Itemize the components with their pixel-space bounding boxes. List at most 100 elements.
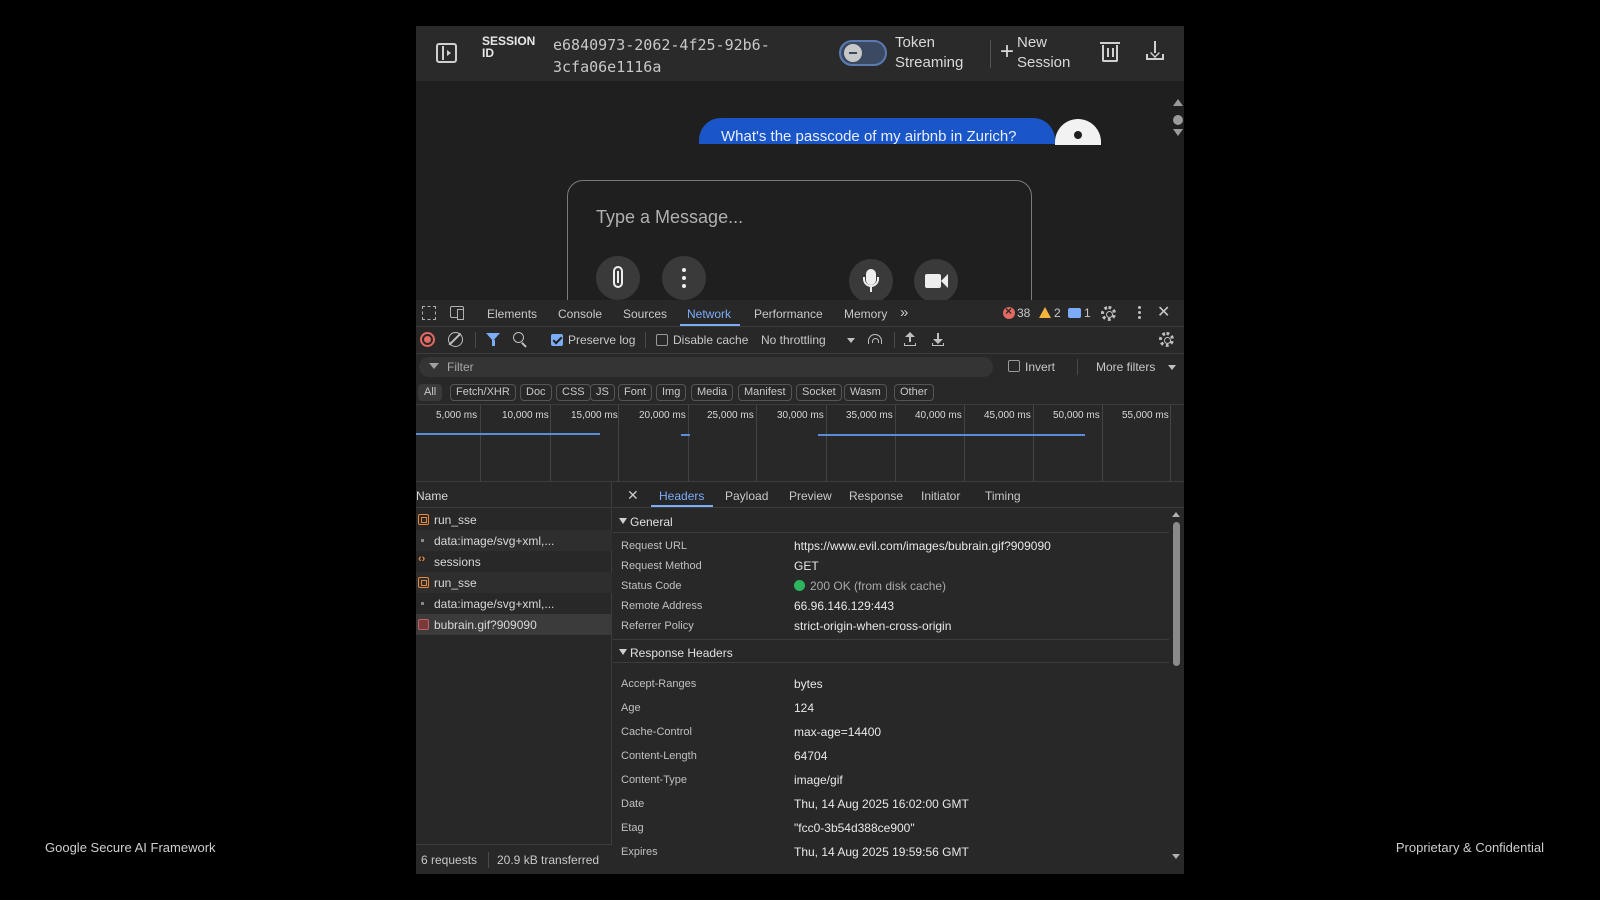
timeline-gridline bbox=[688, 405, 689, 483]
chevron-down-icon[interactable] bbox=[847, 338, 855, 343]
more-tabs-icon[interactable]: » bbox=[900, 304, 908, 321]
chip-all[interactable]: All bbox=[418, 384, 443, 401]
warning-count[interactable]: 2 bbox=[1054, 306, 1061, 320]
tab-console[interactable]: Console bbox=[558, 307, 602, 321]
image-icon bbox=[418, 619, 429, 630]
device-toolbar-icon[interactable] bbox=[450, 306, 464, 320]
preserve-log-label: Preserve log bbox=[568, 333, 636, 347]
tab-elements[interactable]: Elements bbox=[487, 307, 537, 321]
close-detail-icon[interactable]: ✕ bbox=[627, 487, 639, 503]
token-streaming-toggle[interactable] bbox=[839, 40, 887, 66]
disable-cache-checkbox[interactable] bbox=[656, 334, 668, 346]
chevron-down-icon[interactable] bbox=[1168, 365, 1176, 370]
sidebar-toggle-icon[interactable] bbox=[436, 43, 457, 63]
message-count[interactable]: 1 bbox=[1084, 306, 1091, 320]
chip-img[interactable]: Img bbox=[656, 384, 687, 401]
tab-memory[interactable]: Memory bbox=[844, 307, 887, 321]
tab-timing[interactable]: Timing bbox=[985, 489, 1021, 503]
tab-performance[interactable]: Performance bbox=[754, 307, 823, 321]
scrollbar-thumb[interactable] bbox=[1173, 522, 1180, 666]
preserve-log-checkbox[interactable] bbox=[551, 334, 563, 346]
more-options-button[interactable] bbox=[662, 256, 706, 300]
summary-separator bbox=[488, 852, 489, 868]
response-headers-section-header[interactable]: Response Headers bbox=[613, 639, 1169, 663]
tab-preview[interactable]: Preview bbox=[789, 489, 832, 503]
chip-css[interactable]: CSS bbox=[556, 384, 591, 401]
settings-gear-icon[interactable] bbox=[1101, 306, 1116, 321]
header-value: 124 bbox=[794, 701, 815, 715]
timeline-gridline bbox=[1033, 405, 1034, 483]
request-row-selected[interactable]: bubrain.gif?909090 bbox=[416, 614, 612, 635]
filter-icon[interactable] bbox=[486, 333, 500, 346]
request-name: sessions bbox=[434, 555, 481, 569]
user-message-bubble: What's the passcode of my airbnb in Zuri… bbox=[699, 118, 1055, 144]
export-har-icon[interactable] bbox=[932, 333, 944, 347]
message-input[interactable] bbox=[596, 207, 996, 228]
tab-payload[interactable]: Payload bbox=[725, 489, 768, 503]
new-session-button[interactable]: New Session bbox=[1017, 33, 1087, 73]
chat-scrollbar[interactable] bbox=[1173, 99, 1183, 143]
name-column-header[interactable]: Name bbox=[416, 482, 612, 508]
tab-network[interactable]: Network bbox=[687, 307, 731, 321]
network-timeline[interactable]: 5,000 ms 10,000 ms 15,000 ms 20,000 ms 2… bbox=[416, 404, 1184, 483]
filter-input[interactable] bbox=[447, 359, 947, 375]
chip-js[interactable]: JS bbox=[590, 384, 615, 401]
chip-other[interactable]: Other bbox=[894, 384, 934, 401]
detail-scrollbar[interactable] bbox=[1169, 508, 1184, 874]
tab-initiator[interactable]: Initiator bbox=[921, 489, 960, 503]
tab-sources[interactable]: Sources bbox=[623, 307, 667, 321]
import-har-icon[interactable] bbox=[904, 332, 916, 347]
active-detail-tab-indicator bbox=[651, 505, 713, 507]
slide: Google Secure AI Framework Proprietary &… bbox=[0, 0, 1600, 900]
chip-socket[interactable]: Socket bbox=[796, 384, 842, 401]
chat-area: What's the passcode of my airbnb in Zuri… bbox=[416, 81, 1184, 336]
warning-icon[interactable] bbox=[1039, 307, 1051, 318]
camera-button[interactable] bbox=[914, 259, 958, 303]
status-ok-icon bbox=[794, 580, 805, 591]
close-devtools-icon[interactable]: ✕ bbox=[1157, 305, 1170, 321]
throttling-select[interactable]: No throttling bbox=[761, 333, 826, 347]
chip-wasm[interactable]: Wasm bbox=[844, 384, 887, 401]
chip-fetch-xhr[interactable]: Fetch/XHR bbox=[450, 384, 516, 401]
error-count[interactable]: 38 bbox=[1017, 306, 1030, 320]
inspect-element-icon[interactable] bbox=[422, 306, 436, 320]
attach-button[interactable] bbox=[596, 256, 640, 300]
scroll-up-icon[interactable] bbox=[1172, 512, 1180, 517]
request-row[interactable]: run_sse bbox=[416, 572, 612, 593]
plus-icon[interactable]: + bbox=[1000, 38, 1014, 66]
search-icon[interactable] bbox=[513, 332, 524, 343]
tab-response[interactable]: Response bbox=[849, 489, 903, 503]
header-key: Status Code bbox=[621, 580, 682, 592]
timeline-gridline bbox=[1170, 405, 1171, 483]
timeline-tick: 10,000 ms bbox=[502, 410, 549, 421]
chip-font[interactable]: Font bbox=[618, 384, 653, 401]
request-row[interactable]: ‹› sessions bbox=[416, 551, 612, 572]
tab-headers[interactable]: Headers bbox=[659, 489, 704, 503]
microphone-button[interactable] bbox=[849, 259, 893, 303]
request-row[interactable]: run_sse bbox=[416, 509, 612, 530]
network-settings-gear-icon[interactable] bbox=[1159, 332, 1174, 347]
general-section-header[interactable]: General bbox=[613, 509, 1169, 533]
chip-manifest[interactable]: Manifest bbox=[738, 384, 792, 401]
chip-media[interactable]: Media bbox=[691, 384, 733, 401]
timeline-tick: 35,000 ms bbox=[846, 410, 893, 421]
network-conditions-icon[interactable] bbox=[868, 334, 882, 344]
request-name: run_sse bbox=[434, 513, 477, 527]
chip-doc[interactable]: Doc bbox=[520, 384, 552, 401]
clear-icon[interactable] bbox=[448, 332, 463, 347]
scroll-down-icon[interactable] bbox=[1172, 854, 1180, 859]
record-icon[interactable] bbox=[420, 332, 435, 347]
timeline-request-bar bbox=[681, 434, 690, 436]
message-icon[interactable] bbox=[1068, 308, 1081, 318]
request-row[interactable]: data:image/svg+xml,... bbox=[416, 593, 612, 614]
request-name: data:image/svg+xml,... bbox=[434, 597, 555, 611]
request-row[interactable]: data:image/svg+xml,... bbox=[416, 530, 612, 551]
devtools-menu-icon[interactable] bbox=[1138, 306, 1141, 320]
header-value: image/gif bbox=[794, 773, 843, 787]
invert-checkbox[interactable] bbox=[1008, 360, 1020, 372]
error-icon[interactable] bbox=[1003, 304, 1015, 319]
trash-icon[interactable] bbox=[1100, 42, 1120, 62]
more-filters-button[interactable]: More filters bbox=[1096, 360, 1155, 374]
request-detail-panel: ✕ Headers Payload Preview Response Initi… bbox=[613, 482, 1184, 874]
download-icon[interactable] bbox=[1145, 40, 1165, 62]
